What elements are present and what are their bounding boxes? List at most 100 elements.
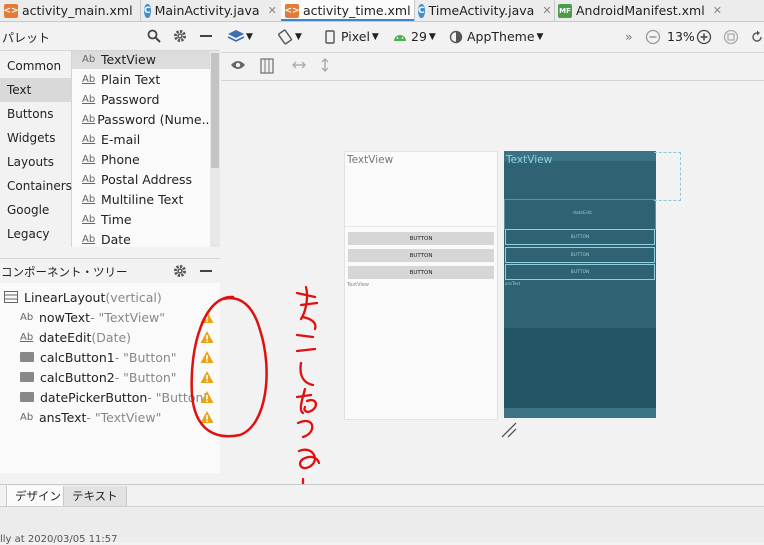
category-widgets[interactable]: Widgets	[0, 126, 71, 150]
layers-icon	[227, 29, 245, 45]
widget-label: E-mail	[101, 132, 140, 147]
resize-handle-icon[interactable]	[500, 421, 518, 439]
zoom-level: 13%	[667, 29, 695, 44]
zoom-fit-icon	[723, 29, 739, 45]
category-label: Layouts	[7, 155, 54, 169]
zoom-in-button[interactable]	[696, 29, 712, 45]
close-icon[interactable]: ✕	[268, 4, 277, 17]
tree-node-datepickerbutton[interactable]: datePickerButton- "Button"	[20, 388, 209, 406]
widget-password[interactable]: AbPassword	[72, 89, 210, 109]
category-common[interactable]: Common	[0, 54, 71, 78]
red-annotation	[185, 285, 335, 510]
theme-icon	[449, 30, 463, 44]
tree-node-linearlayout[interactable]: LinearLayout(vertical)	[4, 288, 162, 306]
tab-label: activity_time.xml	[303, 3, 411, 18]
tab-design[interactable]: デザイン	[6, 486, 70, 507]
zoom-out-button[interactable]	[645, 29, 661, 45]
category-buttons[interactable]: Buttons	[0, 102, 71, 126]
close-icon[interactable]: ✕	[713, 4, 722, 17]
manifest-file-icon: MF	[558, 4, 572, 18]
button-icon	[20, 392, 34, 402]
design-preview[interactable]: TextView BUTTON BUTTON BUTTON TextView	[344, 151, 498, 420]
node-detail: - "Button"	[115, 370, 177, 385]
preview-button-2[interactable]: BUTTON	[348, 249, 494, 262]
widget-label: Multiline Text	[101, 192, 183, 207]
chevron-down-icon: ▼	[295, 32, 302, 42]
category-label: Text	[7, 83, 31, 97]
preview-button-1[interactable]: BUTTON	[348, 232, 494, 245]
category-legacy[interactable]: Legacy	[0, 222, 71, 246]
blueprint-view[interactable]: TextView dateEdit BUTTON BUTTON BUTTON a…	[504, 151, 656, 418]
tab-android-manifest-xml[interactable]: MF AndroidManifest.xml ✕	[554, 0, 764, 21]
widget-postal-address[interactable]: AbPostal Address	[72, 169, 210, 189]
minimize-icon[interactable]	[198, 28, 214, 44]
widget-date[interactable]: AbDate	[72, 229, 210, 247]
tree-node-anstext[interactable]: Ab ansText- "TextView"	[20, 408, 161, 426]
zoom-fit-button[interactable]	[723, 29, 739, 45]
blueprint-button-2[interactable]: BUTTON	[505, 247, 655, 263]
orientation-button[interactable]: ▼	[277, 29, 302, 45]
category-containers[interactable]: Containers	[0, 174, 71, 198]
columns-icon[interactable]	[260, 58, 274, 74]
blueprint-button-3[interactable]: BUTTON	[505, 264, 655, 280]
tree-node-calcbutton2[interactable]: calcButton2- "Button"	[20, 368, 177, 386]
preview-button-3[interactable]: BUTTON	[348, 266, 494, 279]
widget-textview[interactable]: AbTextView	[72, 51, 210, 69]
textview-icon: Ab	[20, 412, 37, 423]
widget-multiline-text[interactable]: AbMultiline Text	[72, 189, 210, 209]
xml-file-icon: <>	[4, 4, 18, 18]
preview-textview-top[interactable]: TextView	[347, 154, 393, 166]
category-label: Containers	[7, 179, 72, 193]
gear-icon[interactable]	[172, 28, 188, 44]
refresh-button[interactable]	[751, 29, 763, 45]
theme-selector[interactable]: AppTheme ▼	[449, 29, 543, 44]
gear-icon[interactable]	[172, 263, 188, 279]
palette-title: パレット	[2, 29, 50, 46]
overflow-button[interactable]: »	[625, 29, 633, 44]
eye-icon[interactable]	[230, 59, 246, 71]
blueprint-textview[interactable]: TextView	[506, 154, 552, 166]
widget-password-numeric[interactable]: AbPassword (Nume...	[72, 109, 210, 129]
tab-label: テキスト	[72, 488, 118, 504]
blueprint-button-1[interactable]: BUTTON	[505, 229, 655, 245]
minimize-icon[interactable]	[198, 263, 214, 279]
chevron-down-icon: ▼	[372, 32, 379, 42]
tree-node-calcbutton1[interactable]: calcButton1- "Button"	[20, 348, 177, 366]
search-icon[interactable]	[146, 28, 162, 44]
widget-plain-text[interactable]: AbPlain Text	[72, 69, 210, 89]
widget-email[interactable]: AbE-mail	[72, 129, 210, 149]
node-name: nowText	[39, 310, 90, 325]
widget-phone[interactable]: AbPhone	[72, 149, 210, 169]
component-tree-title: コンポーネント・ツリー	[1, 264, 128, 280]
api-level-selector[interactable]: 29 ▼	[393, 29, 436, 44]
device-selector[interactable]: Pixel ▼	[325, 29, 379, 44]
node-name: dateEdit	[39, 330, 91, 345]
preview-textview-bottom[interactable]: TextView	[347, 282, 369, 288]
blueprint-date-edit[interactable]: dateEdit	[504, 199, 656, 230]
node-name: calcButton2	[40, 370, 115, 385]
widget-label: Postal Address	[101, 172, 192, 187]
tab-activity-time-xml[interactable]: <> activity_time.xml ✕	[281, 0, 415, 21]
category-text[interactable]: Text	[0, 78, 71, 102]
palette-scrollbar-thumb[interactable]	[211, 53, 219, 168]
close-icon[interactable]: ✕	[542, 4, 551, 17]
design-surface-button[interactable]: ▼	[227, 29, 253, 45]
blueprint-anstext[interactable]: ansText	[505, 281, 520, 286]
tree-node-dateedit[interactable]: Ab dateEdit(Date)	[20, 328, 131, 346]
tab-time-activity-java[interactable]: C TimeActivity.java ✕	[414, 0, 555, 21]
widget-time[interactable]: AbTime	[72, 209, 210, 229]
widget-label: TextView	[101, 52, 156, 67]
category-layouts[interactable]: Layouts	[0, 150, 71, 174]
node-detail: (vertical)	[105, 290, 161, 305]
tab-main-activity-java[interactable]: C MainActivity.java ✕	[140, 0, 282, 21]
expand-horizontal-icon[interactable]	[291, 58, 307, 72]
widget-label: Time	[101, 212, 132, 227]
category-google[interactable]: Google	[0, 198, 71, 222]
expand-vertical-icon[interactable]	[319, 57, 331, 73]
tab-text[interactable]: テキスト	[63, 486, 127, 507]
edit-text-icon: Ab	[82, 94, 99, 105]
text-widget-icon: Ab	[82, 54, 99, 65]
tab-activity-main-xml[interactable]: <> activity_main.xml ✕	[0, 0, 141, 21]
tree-node-nowtext[interactable]: Ab nowText- "TextView"	[20, 308, 165, 326]
palette-header: パレット	[0, 22, 220, 51]
